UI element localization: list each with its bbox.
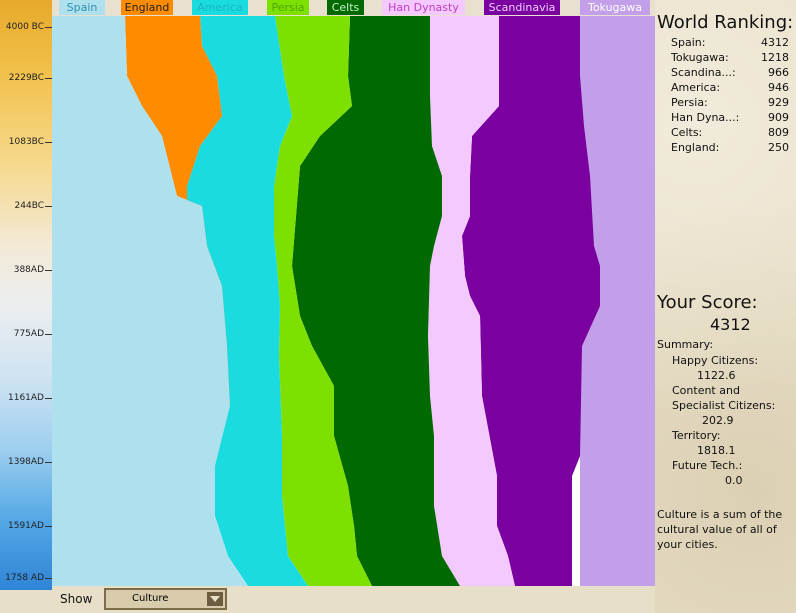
tick-mark (45, 78, 52, 79)
territory-label: Territory: (672, 429, 721, 442)
ranking-value: 929 (768, 96, 789, 109)
legend-america[interactable]: America (192, 0, 248, 15)
summary-label: Summary: (657, 338, 714, 351)
year-label: 775AD (13, 329, 44, 339)
happy-citizens-value: 1122.6 (697, 369, 736, 382)
year-label: 388AD (13, 265, 44, 275)
legend-tokugawa[interactable]: Tokugawa (580, 0, 650, 15)
tick-mark (45, 398, 52, 399)
ranking-row: Han Dyna...: 909 (671, 111, 789, 125)
tick-mark (45, 462, 52, 463)
tick-mark (45, 27, 52, 28)
show-dropdown[interactable]: Culture (104, 588, 227, 610)
content-value: 202.9 (702, 414, 734, 427)
territory-value: 1818.1 (697, 444, 736, 457)
year-label: 1398AD (8, 457, 44, 467)
legend-label: Celts (331, 1, 360, 14)
ranking-row: America: 946 (671, 81, 789, 95)
legend-han-dynasty[interactable]: Han Dynasty (382, 0, 465, 15)
bottom-left-panel (0, 590, 52, 613)
ranking-value: 909 (768, 111, 789, 124)
legend-label: Tokugawa (587, 1, 643, 14)
tick-mark (45, 270, 52, 271)
year-label: 2229BC (8, 73, 44, 83)
future-tech-label: Future Tech.: (672, 459, 743, 472)
year-label: 1591AD (8, 521, 44, 531)
ranking-row: Spain: 4312 (671, 36, 789, 50)
ranking-name: Spain: (671, 36, 706, 49)
civilization-legend: Spain England America Persia Celts Han D… (52, 0, 655, 16)
culture-streams (52, 16, 655, 586)
legend-spain[interactable]: Spain (59, 0, 105, 15)
tick-mark (45, 578, 52, 579)
chevron-down-icon[interactable] (207, 592, 223, 606)
legend-label: America (197, 1, 243, 14)
culture-note-line-1: Culture is a sum of the (657, 508, 783, 521)
show-selected-value: Culture (132, 593, 169, 604)
year-label: 1083BC (8, 137, 44, 147)
legend-england[interactable]: England (121, 0, 173, 15)
legend-label: England (124, 1, 170, 14)
happy-citizens-label: Happy Citizens: (672, 354, 759, 367)
ranking-value: 946 (768, 81, 789, 94)
ranking-name: Persia: (671, 96, 708, 109)
ranking-row: Persia: 929 (671, 96, 789, 110)
legend-label: Han Dynasty (388, 1, 459, 14)
score-title: Your Score: (657, 292, 758, 313)
score-value: 4312 (710, 315, 751, 334)
culture-note-line-2: cultural value of all of (657, 523, 777, 536)
ranking-value: 966 (768, 66, 789, 79)
tick-mark (45, 334, 52, 335)
legend-celts[interactable]: Celts (327, 0, 364, 15)
show-label: Show (60, 592, 93, 606)
ranking-name: Celts: (671, 126, 703, 139)
ranking-row: England: 250 (671, 141, 789, 155)
tick-mark (45, 142, 52, 143)
legend-label: Persia (271, 1, 305, 14)
ranking-name: America: (671, 81, 721, 94)
culture-graph (52, 16, 655, 586)
ranking-name: Scandina...: (671, 66, 736, 79)
content-label-line-2: Specialist Citizens: (672, 399, 776, 412)
ranking-name: Han Dyna...: (671, 111, 740, 124)
future-tech-value: 0.0 (725, 474, 743, 487)
content-label-line-1: Content and (672, 384, 740, 397)
timeline-axis: 4000 BC 2229BC 1083BC 244BC 388AD 775AD … (0, 0, 53, 590)
legend-scandinavia[interactable]: Scandinavia (484, 0, 560, 15)
ranking-value: 1218 (761, 51, 789, 64)
year-label: 1758 AD (5, 573, 44, 583)
ranking-value: 4312 (761, 36, 789, 49)
score-panel: World Ranking: Spain: 4312 Tokugawa: 1218 … (655, 0, 796, 613)
ranking-value: 809 (768, 126, 789, 139)
ranking-title: World Ranking: (657, 12, 794, 33)
culture-note-line-3: your cities. (657, 538, 718, 551)
ranking-row: Celts: 809 (671, 126, 789, 140)
tick-mark (45, 526, 52, 527)
ranking-name: Tokugawa: (671, 51, 729, 64)
year-label: 244BC (14, 201, 44, 211)
ranking-value: 250 (768, 141, 789, 154)
ranking-row: Scandina...: 966 (671, 66, 789, 80)
ranking-row: Tokugawa: 1218 (671, 51, 789, 65)
legend-persia[interactable]: Persia (267, 0, 309, 15)
tick-mark (45, 206, 52, 207)
year-label: 4000 BC (5, 22, 44, 32)
year-label: 1161AD (8, 393, 44, 403)
ranking-name: England: (671, 141, 720, 154)
legend-label: Spain (66, 1, 98, 14)
legend-label: Scandinavia (488, 1, 556, 14)
